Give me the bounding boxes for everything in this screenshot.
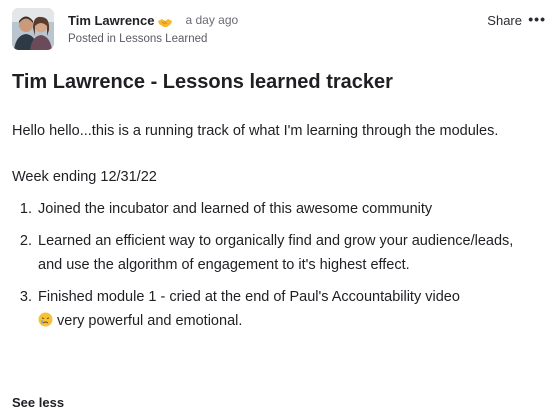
week-label: Week ending 12/31/22 [12,169,157,185]
author-name[interactable]: Tim Lawrence [68,13,154,28]
list-item-text: Learned an efficient way to organically … [38,233,514,273]
share-button[interactable]: Share [487,13,522,28]
posted-in-prefix: Posted in [68,33,116,45]
post-intro: Hello hello...this is a running track of… [12,123,499,139]
author-block: Tim Lawrence a day ago Posted in Lessons… [68,11,238,46]
post-body: Hello hello...this is a running track of… [12,119,532,341]
post-timestamp[interactable]: a day ago [185,13,238,27]
list-item: Joined the incubator and learned of this… [36,197,532,221]
handshake-emoji-icon [158,15,173,27]
list-item: Finished module 1 - cried at the end of … [36,285,532,333]
see-less-button[interactable]: See less [12,395,64,410]
list-item-text: Finished module 1 - cried at the end of … [38,289,460,305]
author-line: Tim Lawrence a day ago [68,11,238,29]
category-link[interactable]: Lessons Learned [119,33,207,45]
more-options-icon[interactable]: ••• [528,11,546,27]
sad-face-emoji-icon [38,311,53,327]
list-item: Learned an efficient way to organically … [36,229,532,277]
list-item-text: Joined the incubator and learned of this… [38,201,433,217]
post-card: Tim Lawrence a day ago Posted in Lessons… [0,0,555,417]
posted-in: Posted in Lessons Learned [68,33,238,45]
post-title: Tim Lawrence - Lessons learned tracker [12,71,393,93]
avatar[interactable] [12,8,54,50]
post-header: Tim Lawrence a day ago Posted in Lessons… [12,8,546,52]
list-item-text-after: very powerful and emotional. [57,313,243,329]
lessons-list: Joined the incubator and learned of this… [12,197,532,333]
